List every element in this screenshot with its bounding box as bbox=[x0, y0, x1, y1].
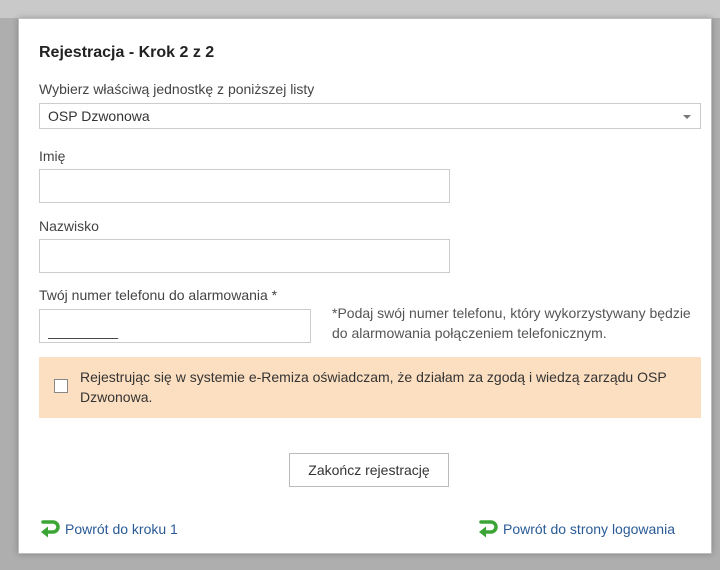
back-to-login-link[interactable]: Powrót do strony logowania bbox=[477, 520, 703, 541]
first-name-input[interactable] bbox=[39, 169, 450, 203]
return-arrow-icon bbox=[479, 520, 498, 538]
top-bar bbox=[0, 0, 720, 18]
back-to-step-1-link[interactable]: Powrót do kroku 1 bbox=[39, 520, 239, 541]
back-to-step-1-label: Powrót do kroku 1 bbox=[65, 521, 178, 537]
unit-select[interactable]: OSP Dzwonowa bbox=[39, 103, 701, 129]
registration-panel: Rejestracja - Krok 2 z 2 Wybierz właściw… bbox=[18, 18, 712, 554]
unit-label: Wybierz właściwą jednostkę z poniższej l… bbox=[39, 81, 315, 97]
consent-checkbox[interactable] bbox=[54, 379, 68, 393]
return-arrow-icon bbox=[41, 520, 60, 538]
back-to-login-label: Powrót do strony logowania bbox=[503, 521, 675, 537]
phone-label: Twój numer telefonu do alarmowania * bbox=[39, 287, 278, 303]
phone-input[interactable] bbox=[39, 309, 311, 343]
finish-registration-button[interactable]: Zakończ rejestrację bbox=[289, 453, 449, 487]
consent-text: Rejestrując się w systemie e-Remiza oświ… bbox=[80, 369, 667, 405]
page-title: Rejestracja - Krok 2 z 2 bbox=[39, 44, 215, 61]
consent-notice: Rejestrując się w systemie e-Remiza oświ… bbox=[39, 357, 701, 418]
first-name-label: Imię bbox=[39, 148, 66, 164]
chevron-down-icon bbox=[683, 115, 691, 119]
last-name-label: Nazwisko bbox=[39, 218, 99, 234]
last-name-input[interactable] bbox=[39, 239, 450, 273]
unit-select-value: OSP Dzwonowa bbox=[48, 108, 150, 124]
phone-hint: *Podaj swój numer telefonu, który wykorz… bbox=[332, 305, 691, 341]
